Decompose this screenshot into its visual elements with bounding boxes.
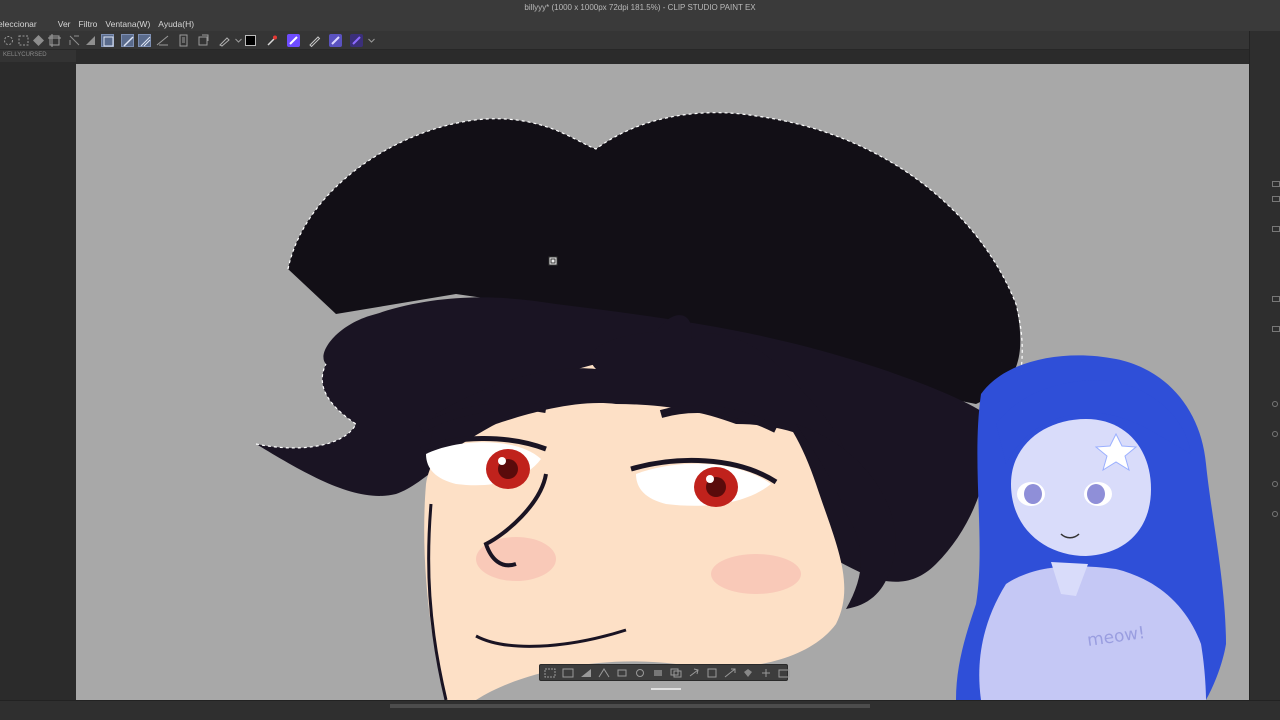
brush-icon[interactable] [287, 34, 300, 47]
deselect-icon[interactable] [544, 668, 556, 678]
snap-icon[interactable] [138, 34, 151, 47]
chevron-down-icon[interactable] [365, 34, 375, 47]
document-tab[interactable]: KELLYCURSED [0, 50, 76, 62]
right-panel [1249, 31, 1280, 700]
expand-icon[interactable] [598, 667, 610, 678]
crop-icon[interactable] [562, 668, 574, 678]
document-tab-label: KELLYCURSED [3, 52, 47, 58]
panel-icon[interactable] [1272, 181, 1280, 187]
settings-icon[interactable] [778, 668, 790, 678]
eye-icon[interactable] [1272, 431, 1278, 437]
selection-erase-icon[interactable] [350, 34, 363, 47]
left-panel [0, 62, 76, 700]
command-bar [0, 31, 1280, 50]
bucket-icon[interactable] [742, 668, 754, 678]
menu-bar: eleccionar Ver Filtro Ventana(W) Ayuda(H… [0, 17, 1280, 31]
eye-icon[interactable] [1272, 481, 1278, 487]
more-icon[interactable] [760, 668, 772, 678]
selection-launcher [539, 664, 790, 681]
menu-filter[interactable]: Filtro [79, 17, 106, 31]
chevron-down-icon[interactable] [232, 34, 242, 47]
canvas[interactable]: meow! [76, 64, 1249, 700]
scale-icon[interactable] [724, 668, 736, 678]
deselect-icon[interactable] [17, 34, 30, 47]
canvas-artwork: meow! [255, 112, 1226, 700]
window-title: billyyy* (1000 x 1000px 72dpi 181.5%) - … [524, 3, 756, 12]
eye-icon[interactable] [1272, 511, 1278, 517]
pencil-icon[interactable] [308, 34, 321, 47]
page-icon[interactable] [177, 34, 190, 47]
grid-icon[interactable] [101, 34, 114, 47]
sync-icon[interactable] [197, 34, 210, 47]
status-bar [0, 700, 1280, 720]
paste-icon[interactable] [706, 668, 718, 678]
eye-icon[interactable] [1272, 401, 1278, 407]
shrink-icon[interactable] [616, 668, 628, 678]
panel-icon[interactable] [1272, 196, 1280, 202]
clear-icon[interactable] [652, 668, 664, 678]
select-all-icon[interactable] [2, 34, 15, 47]
eyedropper-icon[interactable] [265, 34, 278, 47]
crop-icon[interactable] [68, 34, 81, 47]
invert-icon[interactable] [580, 668, 592, 678]
cursor-icon [548, 256, 558, 266]
horizontal-scrollbar[interactable] [390, 704, 870, 708]
menu-view[interactable]: Ver [58, 17, 79, 31]
perspective-icon[interactable] [156, 34, 169, 47]
fill-icon[interactable] [32, 34, 45, 47]
color-black-icon[interactable] [245, 35, 256, 46]
expand-icon[interactable] [84, 34, 97, 47]
transform-icon[interactable] [688, 668, 700, 678]
panel-icon[interactable] [1272, 296, 1280, 302]
pen-tool-icon[interactable] [218, 34, 231, 47]
copy-icon[interactable] [670, 668, 682, 678]
fill-icon[interactable] [634, 668, 646, 678]
panel-icon[interactable] [1272, 326, 1280, 332]
transform-icon[interactable] [48, 34, 61, 47]
menu-help[interactable]: Ayuda(H) [158, 17, 202, 31]
launcher-indicator [651, 688, 681, 690]
menu-select[interactable]: eleccionar [0, 17, 45, 31]
panel-icon[interactable] [1272, 226, 1280, 232]
title-bar: billyyy* (1000 x 1000px 72dpi 181.5%) - … [0, 0, 1280, 17]
ruler-icon[interactable] [121, 34, 134, 47]
menu-window[interactable]: Ventana(W) [105, 17, 158, 31]
selection-pen-icon[interactable] [329, 34, 342, 47]
